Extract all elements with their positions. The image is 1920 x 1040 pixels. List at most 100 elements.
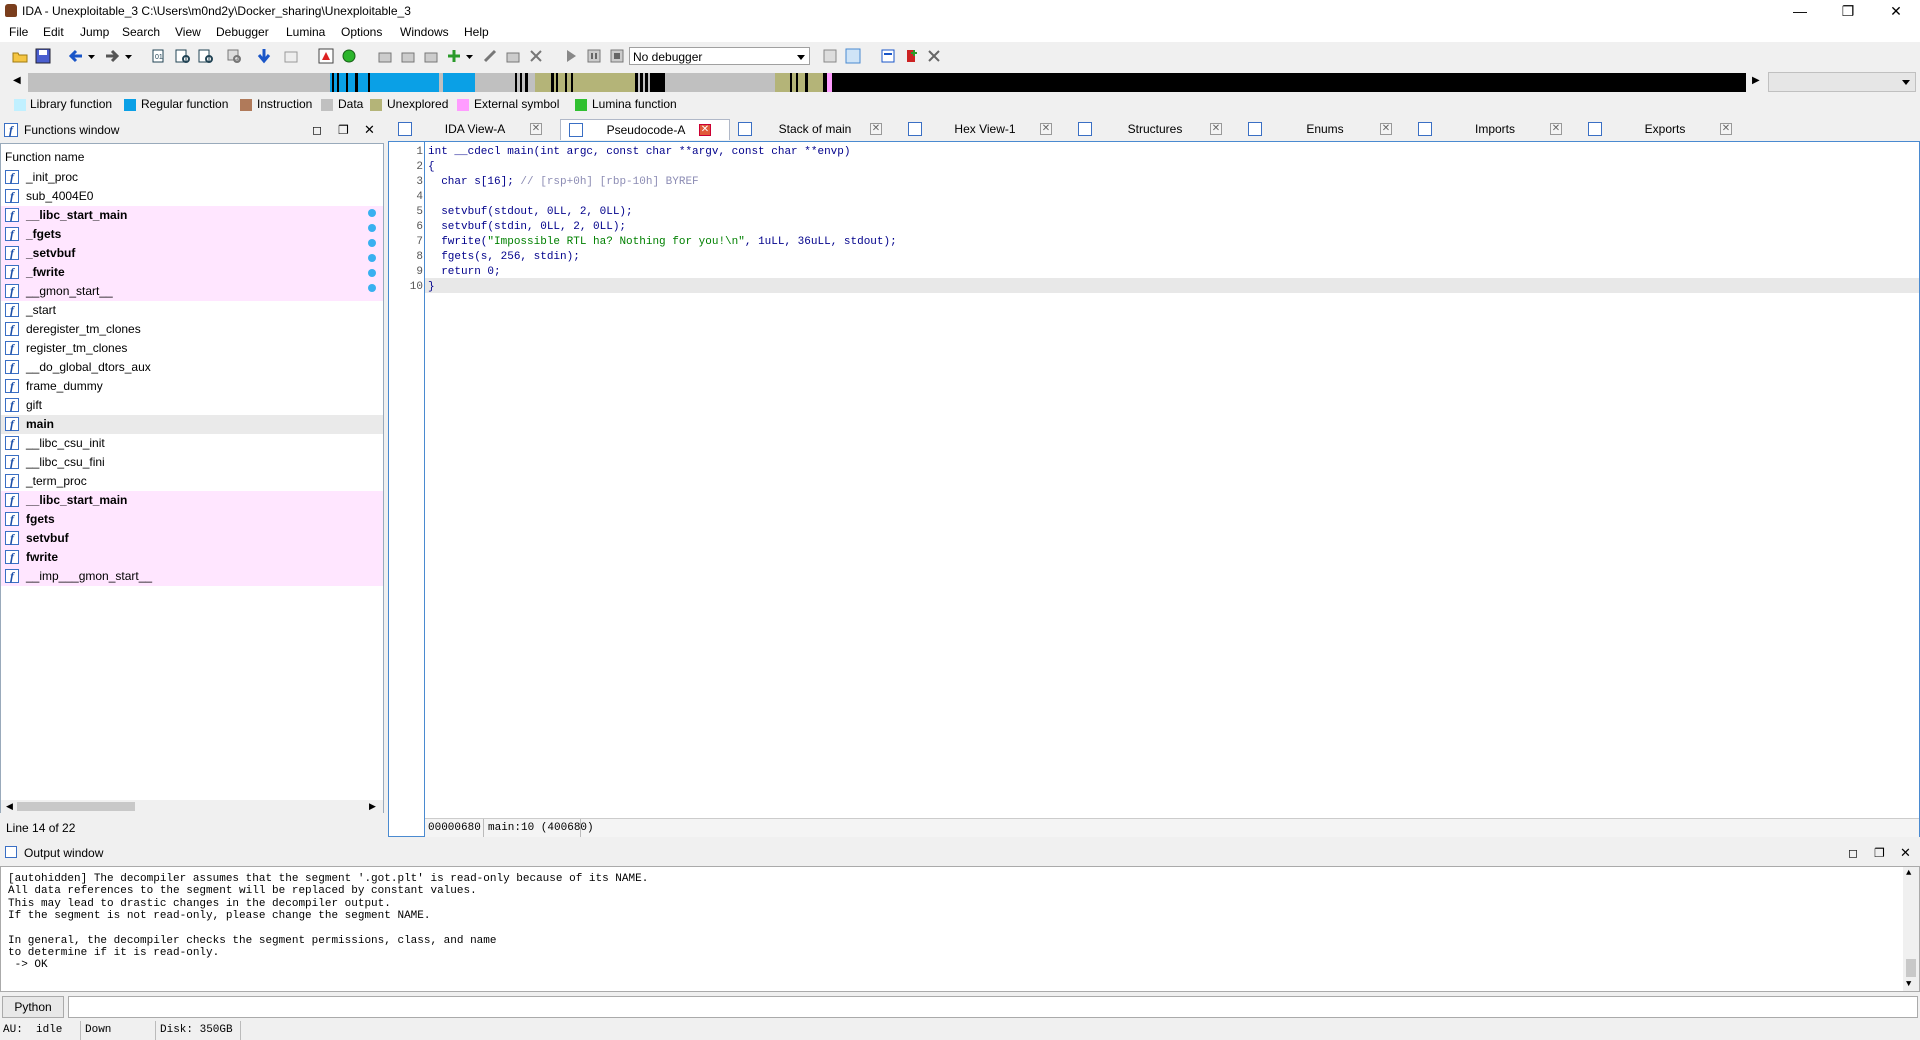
panel-maximize-icon[interactable]: ◻ — [1848, 846, 1858, 860]
scroll-right-icon[interactable]: ▶ — [369, 801, 376, 812]
scrollbar-thumb[interactable] — [1906, 959, 1916, 977]
breakpoint-marker-icon[interactable] — [368, 254, 376, 262]
debugger-options-icon[interactable] — [822, 48, 838, 64]
nav-left-arrow-icon[interactable]: ◀ — [13, 75, 21, 86]
code-line[interactable]: 6 setvbuf(stdin, 0LL, 2, 0LL); — [368, 220, 1920, 235]
tab-close-icon[interactable]: ✕ — [1210, 123, 1222, 135]
code-line[interactable]: 2{ — [392, 160, 1920, 175]
tab-close-icon[interactable]: ✕ — [1040, 123, 1052, 135]
menu-windows[interactable]: Windows — [400, 25, 449, 39]
menu-help[interactable]: Help — [464, 25, 489, 39]
panel-maximize-icon[interactable]: ◻ — [312, 123, 322, 137]
function-list-item[interactable]: f _fwrite — [1, 263, 383, 282]
menu-lumina[interactable]: Lumina — [286, 25, 325, 39]
tab-close-icon[interactable]: ✕ — [870, 123, 882, 135]
python-button[interactable]: Python — [2, 996, 64, 1018]
flow-chart-icon[interactable] — [318, 48, 334, 64]
function-list-item[interactable]: f register_tm_clones — [1, 339, 383, 358]
function-list-item[interactable]: f sub_4004E0 — [1, 187, 383, 206]
trace-icon[interactable] — [880, 48, 896, 64]
back-arrow-icon[interactable] — [68, 48, 84, 64]
code-line[interactable]: 1 int __cdecl main(int argc, const char *… — [392, 145, 1920, 160]
function-list-item[interactable]: f _init_proc — [1, 168, 383, 187]
restore-button[interactable]: ❐ — [1828, 0, 1868, 22]
menu-jump[interactable]: Jump — [80, 25, 109, 39]
no-label-icon[interactable] — [283, 48, 299, 64]
function-list-item[interactable]: f _term_proc — [1, 472, 383, 491]
menu-debugger[interactable]: Debugger — [216, 25, 269, 39]
tab-exports[interactable]: Exports ✕ — [1580, 119, 1750, 140]
save-icon[interactable] — [35, 48, 51, 64]
panel-float-icon[interactable]: ❐ — [1874, 846, 1885, 860]
panel-close-icon[interactable]: ✕ — [364, 122, 375, 138]
text-search-icon[interactable] — [175, 48, 191, 64]
code-line[interactable]: 9 return 0; — [368, 265, 1920, 280]
function-name-column-header[interactable]: Function name — [5, 150, 84, 164]
function-list-item[interactable]: f deregister_tm_clones — [1, 320, 383, 339]
function-list-item[interactable]: f fwrite — [1, 548, 383, 567]
scroll-left-icon[interactable]: ◀ — [6, 801, 13, 812]
patch-icon[interactable] — [505, 48, 521, 64]
function-list-item[interactable]: f _fgets — [1, 225, 383, 244]
navigation-band[interactable] — [28, 73, 1746, 92]
jump-down-icon[interactable] — [256, 48, 272, 64]
minimize-button[interactable]: — — [1780, 0, 1820, 22]
function-list-item[interactable]: f __libc_csu_init — [1, 434, 383, 453]
tool-icon[interactable] — [482, 48, 498, 64]
add-icon[interactable] — [423, 48, 439, 64]
plus-green-icon[interactable] — [446, 48, 462, 64]
breakpoint-marker-icon[interactable] — [368, 284, 376, 292]
start-debug-icon[interactable] — [563, 48, 579, 64]
tab-close-icon[interactable]: ✕ — [1380, 123, 1392, 135]
stop-icon[interactable] — [609, 48, 625, 64]
function-list-item[interactable]: f main — [1, 415, 383, 434]
nav-right-arrow-icon[interactable]: ▶ — [1752, 75, 1760, 86]
breakpoint-marker-icon[interactable] — [368, 209, 376, 217]
function-list-item[interactable]: f _start — [1, 301, 383, 320]
code-line[interactable]: 5 setvbuf(stdout, 0LL, 2, 0LL); — [368, 205, 1920, 220]
menu-search[interactable]: Search — [122, 25, 160, 39]
menu-options[interactable]: Options — [341, 25, 382, 39]
function-list-item[interactable]: f fgets — [1, 510, 383, 529]
function-list-item[interactable]: f __do_global_dtors_aux — [1, 358, 383, 377]
delete-x-icon[interactable] — [528, 48, 544, 64]
code-line[interactable]: 3 char s[16]; // [rsp+0h] [rbp-10h] BYRE… — [392, 175, 1920, 190]
panel-close-icon[interactable]: ✕ — [1900, 845, 1911, 861]
command-input[interactable] — [68, 996, 1918, 1018]
function-list-item[interactable]: f __gmon_start__ — [1, 282, 383, 301]
tab-stack-of-main[interactable]: Stack of main ✕ — [730, 119, 900, 140]
scrollbar-thumb[interactable] — [17, 802, 135, 811]
tab-close-icon[interactable]: ✕ — [1720, 123, 1732, 135]
edit-function-icon[interactable] — [400, 48, 416, 64]
back-dropdown-icon[interactable] — [87, 48, 103, 64]
function-list-item[interactable]: f _setvbuf — [1, 244, 383, 263]
function-list-item[interactable]: f __libc_csu_fini — [1, 453, 383, 472]
panel-float-icon[interactable]: ❐ — [338, 123, 349, 137]
function-list-item[interactable]: f __libc_start_main — [1, 491, 383, 510]
breakpoint-marker-icon[interactable] — [368, 239, 376, 247]
switch-debugger-icon[interactable] — [845, 48, 861, 64]
forward-dropdown-icon[interactable] — [124, 48, 140, 64]
plus-dropdown-icon[interactable] — [465, 48, 481, 64]
function-list-item[interactable]: f __libc_start_main — [1, 206, 383, 225]
tab-close-icon[interactable]: ✕ — [1550, 123, 1562, 135]
sequence-search-icon[interactable] — [226, 48, 242, 64]
create-function-icon[interactable] — [377, 48, 393, 64]
breakpoint-marker-icon[interactable] — [368, 224, 376, 232]
close-button[interactable]: ✕ — [1876, 0, 1916, 22]
code-line[interactable]: 8 fgets(s, 256, stdin); — [368, 250, 1920, 265]
output-log[interactable]: [autohidden] The decompiler assumes that… — [0, 866, 1920, 992]
scroll-up-icon[interactable]: ▲ — [1906, 868, 1911, 878]
open-icon[interactable] — [12, 48, 28, 64]
tab-ida-view-a[interactable]: IDA View-A ✕ — [390, 119, 560, 140]
breakpoint-add-icon[interactable] — [903, 48, 919, 64]
output-vscrollbar[interactable]: ▲ ▼ — [1903, 867, 1919, 991]
pseudocode-view[interactable]: 1 int __cdecl main(int argc, const char *… — [368, 141, 1920, 837]
code-line[interactable]: 7 fwrite("Impossible RTL ha? Nothing for… — [368, 235, 1920, 250]
function-list-item[interactable]: f frame_dummy — [1, 377, 383, 396]
pause-icon[interactable] — [586, 48, 602, 64]
functions-hscrollbar[interactable]: ◀ ▶ — [1, 800, 383, 813]
tab-pseudocode-a[interactable]: Pseudocode-A ✕ — [560, 119, 730, 140]
breakpoint-marker-icon[interactable] — [368, 269, 376, 277]
code-line[interactable]: 10} — [368, 280, 1920, 295]
